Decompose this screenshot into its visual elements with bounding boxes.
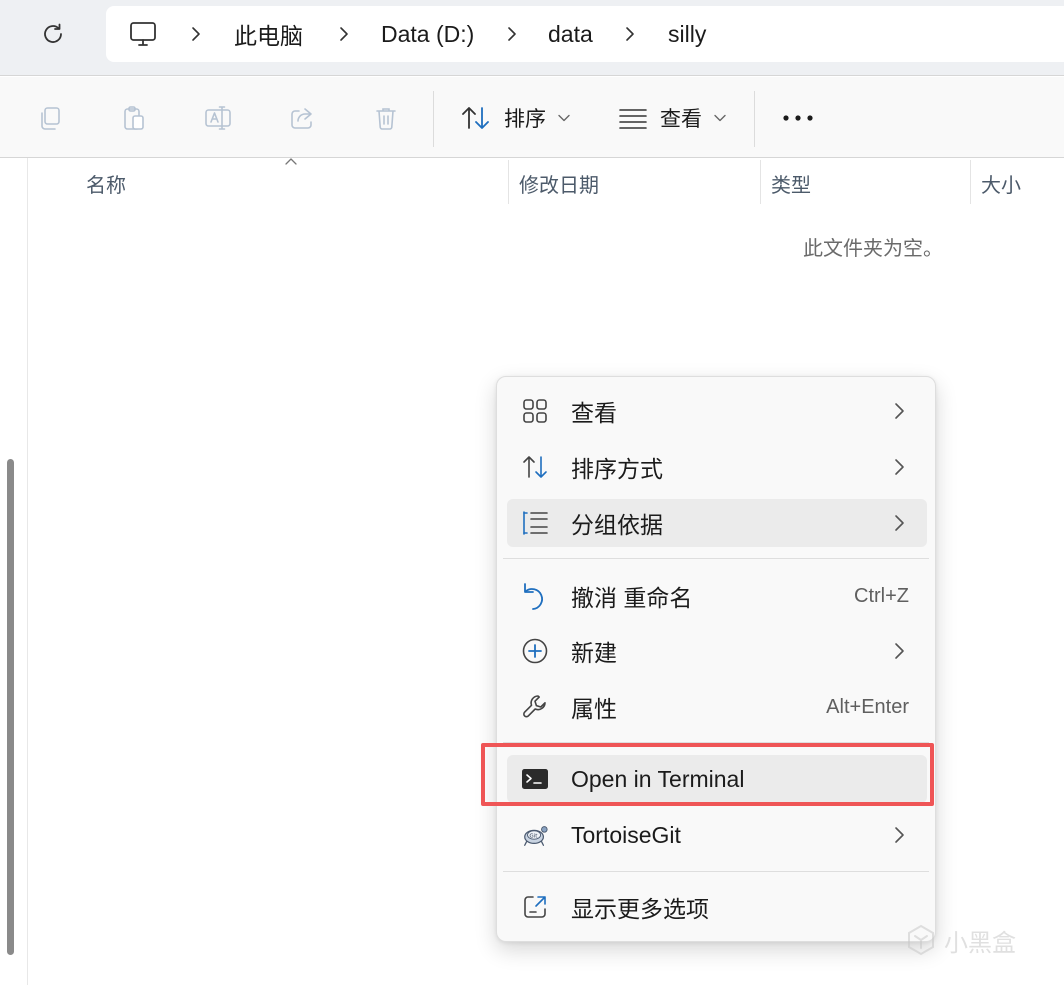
menu-item-label: TortoiseGit: [571, 821, 681, 848]
breadcrumb-item[interactable]: 此电脑: [234, 6, 303, 62]
clipboard-icon: [124, 106, 144, 130]
menu-separator: [503, 558, 929, 559]
refresh-button[interactable]: [36, 18, 70, 50]
more-icon: [783, 115, 813, 121]
empty-folder-message: 此文件夹为空。: [803, 238, 943, 260]
rename-icon: [205, 106, 231, 130]
menu-item-undo-rename[interactable]: 撤消 重命名 Ctrl+Z: [507, 572, 927, 620]
watermark-logo-icon: [908, 924, 934, 956]
watermark-text: 小黑盒: [944, 929, 1016, 957]
breadcrumb-label: data: [548, 20, 593, 47]
column-header-label: 修改日期: [519, 174, 599, 197]
show-more-icon: [521, 893, 549, 921]
shortcut-label: Alt+Enter: [826, 695, 909, 718]
sort-icon: [462, 107, 489, 129]
view-label: 查看: [660, 108, 702, 131]
toolbar-divider: [754, 91, 755, 147]
breadcrumb-chevron-icon[interactable]: [186, 6, 206, 62]
sort-icon: [521, 453, 549, 481]
refresh-icon: [44, 23, 62, 43]
column-divider[interactable]: [970, 160, 971, 204]
column-header-type[interactable]: 类型: [771, 168, 811, 198]
command-toolbar: 排序 查看: [0, 77, 1064, 158]
column-header-label: 大小: [981, 174, 1021, 197]
chevron-right-icon: [895, 643, 904, 659]
menu-item-label: 查看: [571, 400, 617, 426]
watermark: 小黑盒: [904, 920, 1016, 960]
menu-item-label: 排序方式: [571, 456, 663, 482]
copy-icon: [41, 107, 60, 130]
breadcrumb-item[interactable]: Data (D:): [381, 6, 474, 62]
trash-icon: [376, 108, 396, 130]
menu-item-sort-by[interactable]: 排序方式: [507, 443, 927, 491]
group-by-icon: [521, 509, 549, 537]
column-header-label: 类型: [771, 174, 811, 197]
menu-item-properties[interactable]: 属性 Alt+Enter: [507, 683, 927, 731]
rename-button[interactable]: [198, 98, 238, 138]
menu-item-label: 分组依据: [571, 512, 663, 538]
breadcrumb-label: Data (D:): [381, 20, 475, 47]
breadcrumb-item-current[interactable]: silly: [668, 6, 706, 62]
chevron-right-icon: [895, 827, 904, 843]
list-view-icon: [619, 109, 647, 129]
breadcrumb-label: 此电脑: [234, 23, 303, 49]
shortcut-label: Ctrl+Z: [854, 584, 909, 607]
menu-item-group-by[interactable]: 分组依据: [507, 499, 927, 547]
more-options-button[interactable]: [778, 98, 818, 138]
svg-text:Git: Git: [529, 833, 538, 839]
menu-separator: [503, 871, 929, 872]
column-header-modified[interactable]: 修改日期: [519, 168, 599, 198]
menu-item-new[interactable]: 新建: [507, 627, 927, 675]
breadcrumb-chevron-icon[interactable]: [502, 6, 522, 62]
breadcrumb-label: silly: [668, 20, 707, 47]
chevron-right-icon: [895, 515, 904, 531]
paste-button[interactable]: [114, 98, 154, 138]
menu-item-show-more-options[interactable]: 显示更多选项: [507, 883, 927, 931]
menu-item-label: 撤消 重命名: [571, 585, 693, 611]
breadcrumb-chevron-icon[interactable]: [334, 6, 354, 62]
column-header-size[interactable]: 大小: [981, 168, 1021, 198]
sort-ascending-icon: [285, 158, 297, 165]
this-pc-button[interactable]: [128, 6, 158, 62]
menu-item-label: 属性: [571, 696, 617, 722]
chevron-down-icon: [558, 114, 570, 122]
menu-item-label: 显示更多选项: [571, 896, 709, 922]
delete-button[interactable]: [366, 98, 406, 138]
view-button[interactable]: 查看: [618, 97, 726, 139]
scrollbar-thumb[interactable]: [7, 459, 14, 955]
chevron-right-icon: [895, 403, 904, 419]
annotation-highlight-box: [481, 743, 934, 806]
undo-icon: [521, 582, 549, 610]
monitor-icon: [130, 22, 156, 46]
menu-item-view[interactable]: 查看: [507, 387, 927, 435]
chevron-right-icon: [895, 459, 904, 475]
wrench-icon: [521, 693, 549, 721]
address-strip: 此电脑 Data (D:) data silly: [0, 0, 1064, 76]
grid-view-icon: [521, 397, 549, 425]
chevron-down-icon: [714, 114, 726, 122]
breadcrumb-item[interactable]: data: [548, 6, 593, 62]
new-plus-icon: [521, 637, 549, 665]
navigation-pane-edge: [0, 158, 28, 985]
sort-label: 排序: [504, 108, 546, 131]
column-divider[interactable]: [760, 160, 761, 204]
sort-button[interactable]: 排序: [460, 97, 570, 139]
menu-item-label: 新建: [571, 640, 617, 666]
breadcrumb-chevron-icon[interactable]: [620, 6, 640, 62]
tortoisegit-icon: Git: [521, 821, 549, 849]
copy-button[interactable]: [30, 98, 70, 138]
toolbar-divider: [433, 91, 434, 147]
address-bar[interactable]: 此电脑 Data (D:) data silly: [106, 6, 1064, 62]
context-menu: 查看 排序方式 分组依据 撤消 重命名 Ctrl+Z 新建 属性 Alt+Ent…: [496, 376, 936, 942]
column-header-name[interactable]: 名称: [86, 168, 126, 198]
share-button[interactable]: [282, 98, 322, 138]
column-divider[interactable]: [508, 160, 509, 204]
column-header-label: 名称: [86, 174, 126, 197]
menu-item-tortoisegit[interactable]: Git TortoiseGit: [507, 811, 927, 859]
share-icon: [291, 108, 312, 129]
